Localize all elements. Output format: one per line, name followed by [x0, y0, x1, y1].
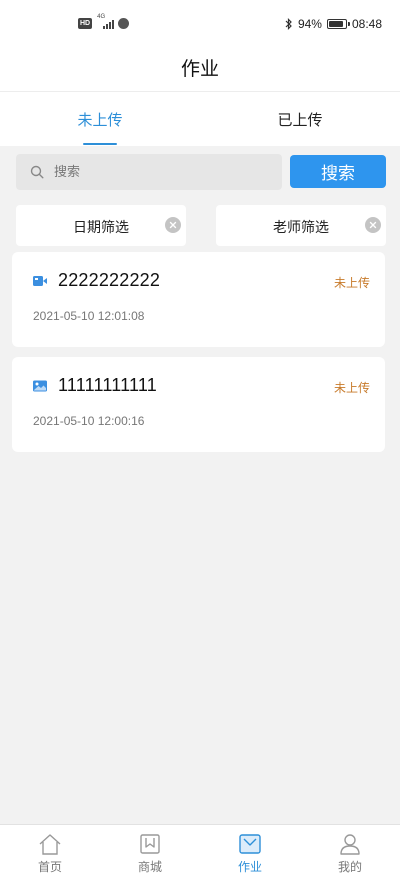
profile-icon — [340, 834, 360, 855]
video-icon — [33, 276, 47, 286]
homework-date: 2021-05-10 12:00:16 — [33, 414, 145, 428]
nav-homework-label: 作业 — [237, 860, 262, 874]
teacher-filter-label: 老师筛选 — [273, 220, 329, 236]
homework-icon — [239, 834, 261, 854]
tab-not-uploaded[interactable]: 未上传 — [0, 92, 200, 146]
search-box[interactable] — [16, 154, 282, 190]
hd-badge: HD — [78, 17, 93, 29]
nav-homework[interactable]: 作业 — [200, 825, 300, 881]
teacher-filter-clear-icon[interactable] — [365, 217, 381, 233]
nav-shop[interactable]: 商城 — [100, 825, 200, 881]
bottom-nav: 首页 商城 作业 我的 — [0, 824, 400, 881]
nav-home-label: 首页 — [37, 860, 62, 874]
homework-title: 11111111111 — [58, 375, 157, 395]
date-filter-label: 日期筛选 — [73, 220, 129, 236]
nav-home[interactable]: 首页 — [0, 825, 100, 881]
homework-date: 2021-05-10 12:01:08 — [33, 309, 145, 323]
tab-active-indicator — [83, 143, 117, 145]
status-left: HD 4G — [78, 14, 130, 29]
nav-profile-label: 我的 — [337, 860, 362, 874]
teacher-filter[interactable]: 老师筛选 — [216, 205, 386, 246]
signal-icon: 4G — [96, 14, 115, 29]
homework-card[interactable]: 11111111111 未上传 2021-05-10 12:00:16 — [12, 357, 385, 452]
clock: 08:48 — [351, 17, 382, 31]
status-right: 94% 08:48 — [285, 17, 382, 31]
shop-icon — [140, 834, 160, 854]
page-title: 作业 — [180, 58, 219, 80]
homework-card[interactable]: 2222222222 未上传 2021-05-10 12:01:08 — [12, 252, 385, 347]
tab-uploaded-label: 已上传 — [277, 111, 323, 129]
search-button[interactable]: 搜索 — [290, 155, 386, 188]
homework-title: 2222222222 — [58, 270, 161, 290]
status-badge: 未上传 — [333, 381, 370, 395]
tab-uploaded[interactable]: 已上传 — [200, 92, 400, 146]
bluetooth-icon — [285, 18, 292, 30]
tab-bar: 未上传 已上传 — [0, 92, 400, 146]
battery-icon — [326, 19, 350, 29]
nav-profile[interactable]: 我的 — [300, 825, 400, 881]
vpn-icon — [118, 17, 130, 29]
status-badge: 未上传 — [333, 276, 370, 290]
image-icon — [33, 380, 47, 392]
status-bar: HD 4G 94% 08:48 — [0, 0, 400, 50]
search-icon — [30, 165, 44, 179]
battery-fill — [328, 21, 343, 27]
page-header: 作业 — [0, 50, 400, 92]
battery-percent: 94% — [297, 17, 322, 31]
nav-shop-label: 商城 — [137, 860, 162, 874]
home-icon — [39, 834, 61, 855]
tab-not-uploaded-label: 未上传 — [77, 111, 123, 129]
date-filter-clear-icon[interactable] — [165, 217, 181, 233]
search-input[interactable] — [52, 163, 256, 181]
date-filter[interactable]: 日期筛选 — [16, 205, 186, 246]
